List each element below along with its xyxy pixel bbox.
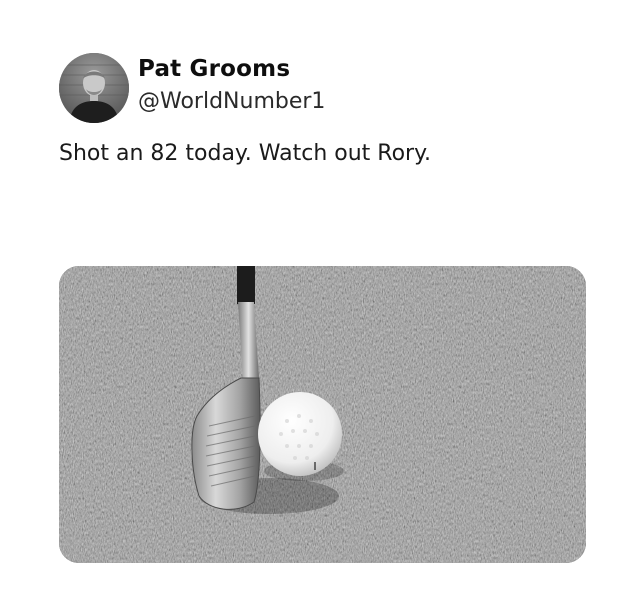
tweet-media-image[interactable] [59,266,586,563]
tweet-text: Shot an 82 today. Watch out Rory. [59,141,431,166]
avatar[interactable] [59,53,129,123]
user-handle[interactable]: @WorldNumber1 [138,89,325,114]
avatar-image [59,53,129,123]
display-name[interactable]: Pat Grooms [138,56,290,82]
golf-photo [59,266,586,563]
